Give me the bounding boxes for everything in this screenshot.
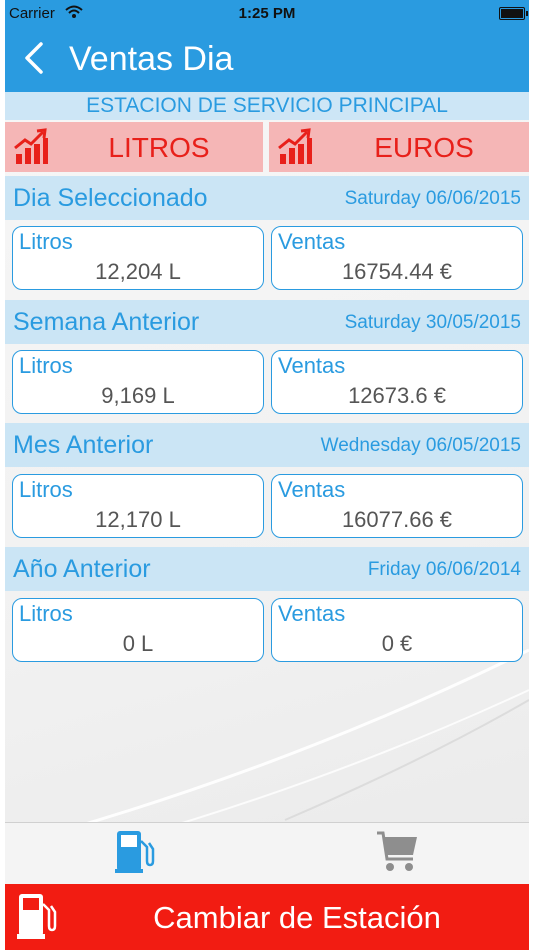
tab-euros-label: EUROS: [374, 132, 474, 163]
chart-up-icon: [278, 128, 312, 164]
section-title: Dia Seleccionado: [13, 184, 208, 212]
shopping-cart-icon: [377, 831, 417, 871]
section-date: Saturday 06/06/2015: [344, 188, 521, 209]
litros-value: 12,170 L: [95, 507, 181, 532]
section-title: Año Anterior: [13, 555, 151, 583]
app-frame: Carrier 1:25 PM Ventas Dia ESTACION DE S…: [5, 0, 529, 950]
tab-litros[interactable]: LITROS: [5, 122, 263, 172]
ventas-card: Ventas 12673.6 €: [271, 350, 523, 414]
section-header-semana: Semana Anterior Saturday 30/05/2015: [5, 300, 529, 344]
ventas-value: 0 €: [381, 631, 413, 656]
litros-label: Litros: [19, 229, 73, 254]
litros-card: Litros 12,170 L: [12, 474, 264, 538]
litros-label: Litros: [19, 601, 73, 626]
ventas-label: Ventas: [278, 353, 346, 378]
chevron-left-icon[interactable]: [23, 38, 45, 78]
change-station-label: Cambiar de Estación: [153, 900, 441, 935]
change-station-button[interactable]: Cambiar de Estación: [5, 884, 529, 950]
ventas-value: 12673.6 €: [348, 383, 446, 408]
section-date: Wednesday 06/05/2015: [320, 435, 521, 456]
section-header-ano: Año Anterior Friday 06/06/2014: [5, 547, 529, 591]
litros-value: 12,204 L: [95, 259, 181, 284]
status-bar: Carrier 1:25 PM: [5, 0, 529, 28]
section-header-dia: Dia Seleccionado Saturday 06/06/2015: [5, 176, 529, 220]
ventas-label: Ventas: [278, 601, 346, 626]
fuel-pump-icon: [17, 894, 57, 939]
litros-label: Litros: [19, 477, 73, 502]
section-date: Saturday 30/05/2015: [344, 312, 521, 333]
litros-card: Litros 9,169 L: [12, 350, 264, 414]
section-title: Semana Anterior: [13, 308, 200, 336]
status-time: 1:25 PM: [238, 5, 296, 22]
litros-value: 9,169 L: [101, 383, 175, 408]
ventas-label: Ventas: [278, 229, 346, 254]
tab-cart[interactable]: [267, 823, 529, 885]
litros-label: Litros: [19, 353, 73, 378]
page-title: Ventas Dia: [69, 40, 234, 78]
navigation-bar: Ventas Dia: [5, 28, 529, 92]
tab-fuel[interactable]: [5, 823, 267, 885]
tab-litros-label: LITROS: [108, 132, 210, 163]
litros-card: Litros 0 L: [12, 598, 264, 662]
ventas-value: 16754.44 €: [341, 259, 453, 284]
litros-card: Litros 12,204 L: [12, 226, 264, 290]
tab-euros[interactable]: EUROS: [269, 122, 529, 172]
fuel-pump-icon: [115, 831, 155, 873]
section-header-mes: Mes Anterior Wednesday 06/05/2015: [5, 423, 529, 467]
ventas-card: Ventas 0 €: [271, 598, 523, 662]
tab-bar: [5, 822, 529, 884]
station-name: ESTACION DE SERVICIO PRINCIPAL: [5, 92, 529, 120]
ventas-value: 16077.66 €: [341, 507, 453, 532]
ventas-label: Ventas: [278, 477, 346, 502]
section-date: Friday 06/06/2014: [367, 559, 521, 580]
battery-icon: [499, 7, 528, 20]
chart-up-icon: [14, 128, 48, 164]
ventas-card: Ventas 16754.44 €: [271, 226, 523, 290]
litros-value: 0 L: [122, 631, 154, 656]
section-title: Mes Anterior: [13, 431, 154, 459]
ventas-card: Ventas 16077.66 €: [271, 474, 523, 538]
